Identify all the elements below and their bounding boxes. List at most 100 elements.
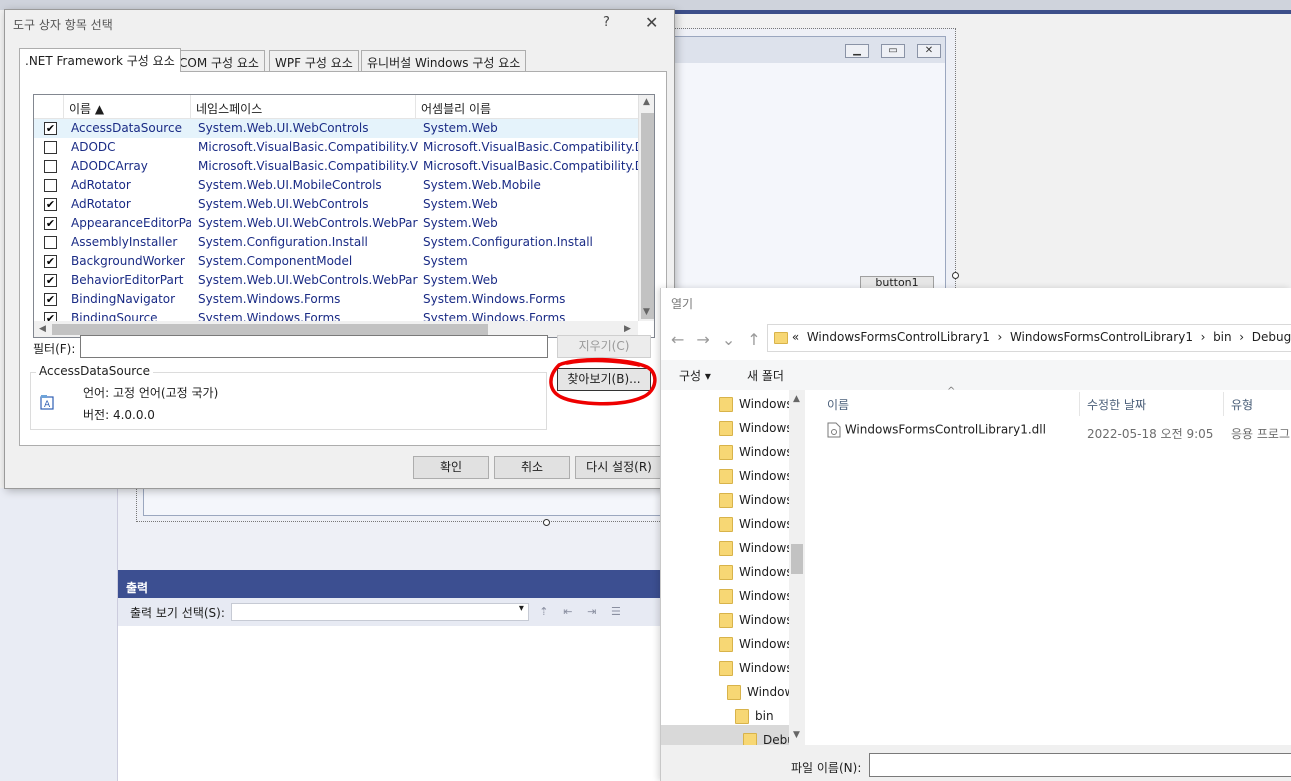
breadcrumb-separator-icon[interactable]: ›	[1239, 330, 1244, 344]
row-checkbox[interactable]: ✔	[44, 122, 57, 135]
component-list[interactable]: 이름 ▲ 네임스페이스 어셈블리 이름 ✔ AccessDataSource Sys…	[33, 94, 655, 338]
nav-scrollbar[interactable]: ▲ ▼	[789, 390, 805, 745]
scroll-thumb[interactable]	[791, 544, 803, 574]
scroll-down-icon[interactable]: ▼	[643, 307, 650, 317]
column-name[interactable]: 이름	[827, 396, 849, 413]
nav-folder-item[interactable]: Windows	[719, 440, 793, 464]
clear-all-icon[interactable]: ☰	[607, 603, 625, 621]
nav-folder-item[interactable]: Windows	[719, 632, 793, 656]
resize-handle[interactable]	[543, 519, 550, 526]
table-row[interactable]: ✔ AppearanceEditorPart System.Web.UI.WebCo…	[34, 214, 638, 233]
close-icon[interactable]: ✕	[645, 13, 658, 32]
cell-name: AdRotator	[71, 178, 131, 192]
row-checkbox[interactable]: ✔	[44, 312, 57, 321]
new-folder-button[interactable]: 새 폴더	[747, 367, 784, 384]
nav-folder-label: Windows	[739, 517, 793, 531]
filename-input[interactable]	[869, 753, 1291, 777]
file-name: WindowsFormsControlLibrary1.dll	[844, 422, 1046, 437]
nav-folder-item[interactable]: Windows	[719, 392, 793, 416]
table-row[interactable]: ADODCArray Microsoft.VisualBasic.Compatib…	[34, 157, 638, 176]
table-row[interactable]: AdRotator System.Web.UI.MobileControls Sys…	[34, 176, 638, 195]
organize-button[interactable]: 구성 ▾	[679, 367, 711, 384]
resize-handle[interactable]	[952, 272, 959, 279]
cell-name: AccessDataSource	[71, 121, 182, 135]
table-row[interactable]: ✔ AccessDataSource System.Web.UI.WebContro…	[34, 119, 638, 138]
table-row[interactable]: ✔ BindingSource System.Windows.Forms System…	[34, 309, 638, 321]
nav-folder-item[interactable]: Windows	[719, 464, 793, 488]
nav-folder-item[interactable]: Windows	[719, 488, 793, 512]
row-checkbox[interactable]: ✔	[44, 274, 57, 287]
file-item[interactable]: WindowsFormsControlLibrary1.dll	[827, 422, 1046, 438]
breadcrumb-item[interactable]: Debug	[1252, 330, 1291, 344]
nav-folder-item[interactable]: Windows	[719, 560, 793, 584]
ok-button[interactable]: 확인	[413, 456, 489, 479]
nav-folder-item[interactable]: Debu	[743, 728, 795, 745]
column-type[interactable]: 유형	[1231, 396, 1253, 413]
cell-assembly: System.Windows.Forms	[423, 292, 566, 306]
help-icon[interactable]: ?	[603, 15, 610, 30]
scroll-thumb[interactable]	[52, 324, 488, 335]
row-checkbox[interactable]: ✔	[44, 255, 57, 268]
header-name[interactable]: 이름 ▲	[64, 95, 191, 119]
row-checkbox[interactable]	[44, 236, 57, 249]
breadcrumb-separator-icon[interactable]: ›	[997, 330, 1002, 344]
nav-folder-item[interactable]: Windows	[719, 584, 793, 608]
breadcrumb-separator-icon[interactable]: ›	[1201, 330, 1206, 344]
table-row[interactable]: AssemblyInstaller System.Configuration.In…	[34, 233, 638, 252]
nav-folder-item[interactable]: Windows	[719, 416, 793, 440]
navigation-pane[interactable]: Windows Windows Windows Windows Windows Windo…	[661, 390, 805, 745]
cancel-button[interactable]: 취소	[494, 456, 570, 479]
ide-left-panel	[0, 488, 118, 781]
tab-wpf[interactable]: WPF 구성 요소	[269, 50, 359, 71]
breadcrumb-overflow[interactable]: «	[792, 330, 799, 344]
row-checkbox[interactable]: ✔	[44, 293, 57, 306]
breadcrumb-item[interactable]: WindowsFormsControlLibrary1	[807, 330, 990, 344]
list-rows: ✔ AccessDataSource System.Web.UI.WebContro…	[34, 119, 638, 321]
address-bar[interactable]: « WindowsFormsControlLibrary1 › WindowsF…	[767, 324, 1291, 352]
vertical-scrollbar[interactable]: ▲	[638, 95, 654, 321]
scroll-right-icon[interactable]: ▶	[624, 324, 631, 334]
breadcrumb-item[interactable]: bin	[1213, 330, 1232, 344]
breadcrumb-item[interactable]: WindowsFormsControlLibrary1	[1010, 330, 1193, 344]
filter-input[interactable]	[80, 335, 548, 358]
column-separator	[1079, 392, 1080, 416]
nav-folder-item[interactable]: Window	[727, 680, 794, 704]
row-checkbox[interactable]: ✔	[44, 198, 57, 211]
cell-name: BehaviorEditorPart	[71, 273, 184, 287]
scroll-up-icon[interactable]: ▲	[643, 97, 650, 107]
nav-folder-item[interactable]: Windows	[719, 656, 793, 680]
scroll-left-icon[interactable]: ◀	[39, 324, 46, 334]
tab-uwp[interactable]: 유니버설 Windows 구성 요소	[361, 50, 527, 71]
nav-folder-item[interactable]: Windows	[719, 608, 793, 632]
scroll-up-icon[interactable]: ▲	[793, 394, 800, 404]
row-checkbox[interactable]	[44, 179, 57, 192]
nav-folder-item[interactable]: Windows	[719, 512, 793, 536]
next-message-icon[interactable]: ⇥	[583, 603, 601, 621]
cell-assembly: System.Windows.Forms	[423, 311, 566, 321]
nav-arrows[interactable]: ←→⌄↑	[671, 330, 773, 349]
table-row[interactable]: ✔ AdRotator System.Web.UI.WebControls Syste…	[34, 195, 638, 214]
tab-com[interactable]: COM 구성 요소	[173, 50, 265, 71]
nav-folder-item[interactable]: bin	[735, 704, 774, 728]
table-row[interactable]: ✔ BehaviorEditorPart System.Web.UI.WebCont…	[34, 271, 638, 290]
row-checkbox[interactable]	[44, 160, 57, 173]
cell-name: BindingSource	[71, 311, 158, 321]
column-date[interactable]: 수정한 날짜	[1087, 396, 1146, 413]
prev-message-icon[interactable]: ⇤	[559, 603, 577, 621]
reset-button[interactable]: 다시 설정(R)	[575, 456, 663, 479]
tab-net-framework[interactable]: .NET Framework 구성 요소	[19, 48, 181, 72]
table-row[interactable]: ✔ BindingNavigator System.Windows.Forms Sys…	[34, 290, 638, 309]
table-row[interactable]: ADODC Microsoft.VisualBasic.Compatibility…	[34, 138, 638, 157]
cell-name: BindingNavigator	[71, 292, 176, 306]
nav-folder-item[interactable]: Windows	[719, 536, 793, 560]
header-assembly[interactable]: 어셈블리 이름	[416, 95, 638, 119]
goto-message-icon[interactable]: ⇡	[535, 603, 553, 621]
scroll-down-icon[interactable]: ▼	[793, 730, 800, 740]
row-checkbox[interactable]	[44, 141, 57, 154]
cell-name: ADODCArray	[71, 159, 148, 173]
header-namespace[interactable]: 네임스페이스	[191, 95, 416, 119]
scroll-thumb[interactable]	[641, 113, 654, 319]
table-row[interactable]: ✔ BackgroundWorker System.ComponentModel Sy…	[34, 252, 638, 271]
output-source-select[interactable]: ▾	[230, 603, 529, 621]
row-checkbox[interactable]: ✔	[44, 217, 57, 230]
